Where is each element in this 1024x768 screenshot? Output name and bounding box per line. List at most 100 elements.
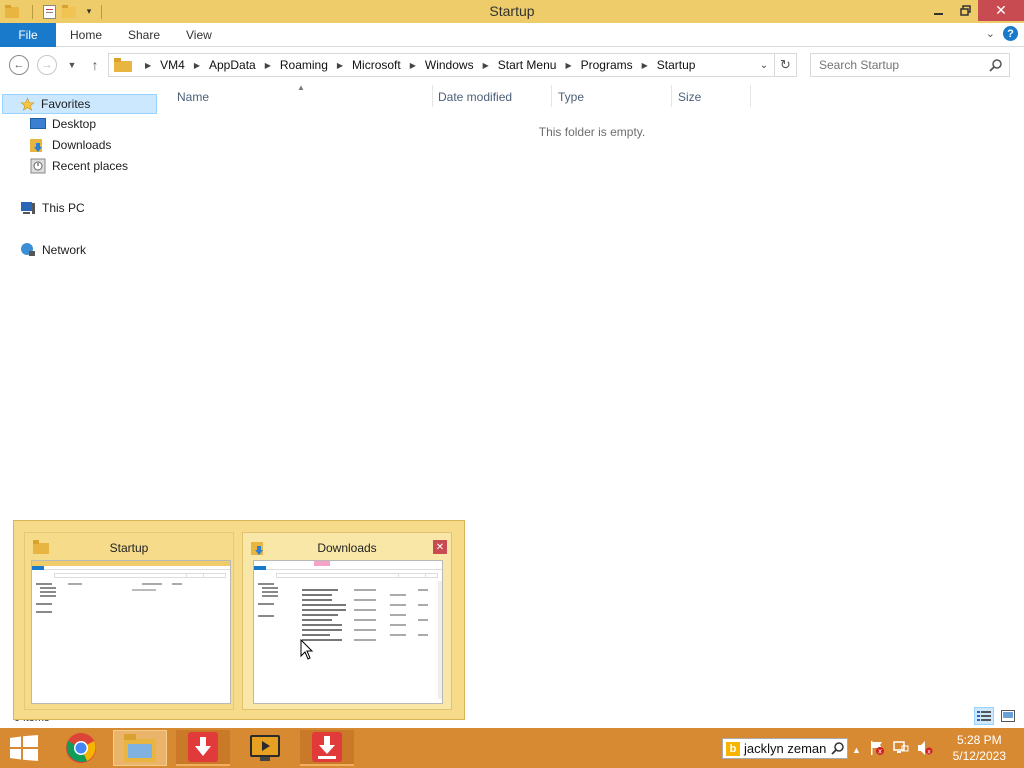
nav-label: This PC: [42, 201, 85, 215]
column-date-modified[interactable]: Date modified: [438, 90, 512, 104]
nav-label: Favorites: [41, 97, 91, 111]
chevron-right-icon[interactable]: ▶: [410, 61, 416, 70]
address-history-dropdown[interactable]: ⌄: [756, 57, 772, 73]
search-box[interactable]: [810, 53, 1010, 77]
breadcrumb-vm4[interactable]: VM4: [160, 58, 185, 72]
breadcrumb-start-menu[interactable]: Start Menu: [498, 58, 557, 72]
breadcrumb: ▶ VM4 ▶ AppData ▶ Roaming ▶ Microsoft ▶ …: [136, 58, 695, 72]
address-bar[interactable]: ▶ VM4 ▶ AppData ▶ Roaming ▶ Microsoft ▶ …: [108, 53, 775, 77]
column-divider[interactable]: [750, 85, 751, 107]
taskbar-file-explorer[interactable]: [113, 730, 167, 766]
taskbar-downloader[interactable]: [300, 730, 354, 766]
empty-folder-message: This folder is empty.: [538, 125, 646, 139]
nav-item-recent-places[interactable]: Recent places: [30, 158, 128, 174]
breadcrumb-windows[interactable]: Windows: [425, 58, 474, 72]
breadcrumb-microsoft[interactable]: Microsoft: [352, 58, 401, 72]
refresh-button[interactable]: ↻: [775, 53, 797, 77]
recent-places-icon: [30, 158, 46, 174]
system-tray: ▲ x x: [852, 740, 933, 759]
nav-label: Network: [42, 243, 87, 257]
search-icon[interactable]: [831, 741, 845, 758]
start-button[interactable]: [6, 734, 42, 762]
breadcrumb-programs[interactable]: Programs: [581, 58, 633, 72]
downloads-folder-icon: [30, 137, 46, 153]
thumbnail-preview-image: [253, 560, 443, 704]
thumbnail-title: Startup: [109, 541, 149, 555]
nav-item-favorites[interactable]: Favorites: [2, 94, 157, 114]
column-type[interactable]: Type: [558, 90, 584, 104]
recent-locations-dropdown[interactable]: ▼: [62, 55, 82, 75]
bing-icon: b: [726, 741, 740, 756]
chevron-right-icon[interactable]: ▶: [565, 61, 571, 70]
desktop-icon: [30, 116, 46, 132]
taskbar-search-box[interactable]: b jacklyn zeman: [722, 738, 848, 759]
chevron-right-icon[interactable]: ▶: [194, 61, 200, 70]
svg-text:x: x: [878, 748, 882, 756]
nav-label: Desktop: [52, 117, 97, 131]
close-button[interactable]: ✕: [978, 0, 1024, 21]
column-divider[interactable]: [671, 85, 672, 107]
up-button[interactable]: ↑: [85, 55, 105, 75]
sort-ascending-icon: ▲: [297, 83, 305, 92]
nav-item-this-pc[interactable]: This PC: [20, 200, 85, 216]
volume-muted-icon[interactable]: x: [917, 740, 933, 759]
column-divider[interactable]: [432, 85, 433, 107]
column-divider[interactable]: [551, 85, 552, 107]
help-icon[interactable]: ?: [1003, 26, 1018, 41]
chevron-right-icon[interactable]: ▶: [483, 61, 489, 70]
mouse-cursor-icon: [300, 638, 314, 664]
large-icons-view-icon[interactable]: [998, 707, 1018, 725]
action-center-flag-icon[interactable]: x: [869, 740, 885, 759]
nav-label: Downloads: [52, 138, 112, 152]
computer-icon: [20, 200, 36, 216]
navigation-pane: Favorites Desktop Downloads Recent place…: [0, 83, 158, 513]
tab-view[interactable]: View: [186, 28, 212, 42]
clock-time: 5:28 PM: [956, 733, 1002, 747]
network-status-icon[interactable]: [893, 740, 909, 759]
chevron-right-icon[interactable]: ▶: [265, 61, 271, 70]
details-view-icon[interactable]: [974, 707, 994, 725]
column-headers: ▲ Name Date modified Type Size: [160, 83, 1024, 111]
tab-share[interactable]: Share: [128, 28, 160, 42]
show-hidden-icons-icon[interactable]: ▲: [852, 745, 861, 755]
tab-file[interactable]: File: [0, 23, 56, 47]
breadcrumb-roaming[interactable]: Roaming: [280, 58, 328, 72]
thumbnail-downloads-window[interactable]: Downloads ✕: [242, 532, 452, 710]
taskbar-media-player[interactable]: [238, 730, 292, 766]
breadcrumb-startup[interactable]: Startup: [657, 58, 696, 72]
svg-text:x: x: [927, 749, 931, 756]
view-switcher: [974, 707, 1018, 725]
thumbnail-preview-image: [31, 560, 231, 704]
network-icon: [20, 242, 36, 258]
taskbar-chrome[interactable]: [54, 730, 108, 766]
search-icon[interactable]: [989, 58, 1003, 75]
column-name[interactable]: Name: [177, 90, 209, 104]
chevron-right-icon[interactable]: ▶: [145, 61, 151, 70]
clock-date: 5/12/2023: [952, 749, 1006, 763]
search-input[interactable]: [819, 58, 989, 72]
minimize-button[interactable]: [926, 0, 952, 21]
taskbar-clock[interactable]: 5:28 PM 5/12/2023: [953, 732, 1006, 764]
nav-item-network[interactable]: Network: [20, 242, 86, 258]
thumbnail-close-button[interactable]: ✕: [433, 540, 447, 554]
thumbnail-startup-window[interactable]: Startup: [24, 532, 234, 710]
nav-item-downloads[interactable]: Downloads: [30, 137, 111, 153]
restore-button[interactable]: [952, 0, 978, 21]
breadcrumb-appdata[interactable]: AppData: [209, 58, 256, 72]
taskbar: b jacklyn zeman ▲ x x 5:28 PM 5/12/2023: [0, 728, 1024, 768]
title-bar: ▾ Startup ✕: [0, 0, 1024, 23]
folder-icon: [114, 58, 132, 72]
star-icon: [19, 96, 35, 112]
back-button[interactable]: ←: [9, 55, 29, 75]
tab-home[interactable]: Home: [70, 28, 102, 42]
column-size[interactable]: Size: [678, 90, 701, 104]
taskbar-download-manager[interactable]: [176, 730, 230, 766]
nav-item-desktop[interactable]: Desktop: [30, 116, 96, 132]
chevron-right-icon[interactable]: ▶: [337, 61, 343, 70]
ribbon-controls: ⌄ ?: [986, 26, 1018, 41]
forward-button[interactable]: →: [37, 55, 57, 75]
navigation-bar: ← → ▼ ↑ ▶ VM4 ▶ AppData ▶ Roaming ▶ Micr…: [0, 47, 1024, 83]
chevron-right-icon[interactable]: ▶: [642, 61, 648, 70]
expand-ribbon-icon[interactable]: ⌄: [986, 27, 995, 40]
thumbnail-title: Downloads: [317, 541, 377, 555]
